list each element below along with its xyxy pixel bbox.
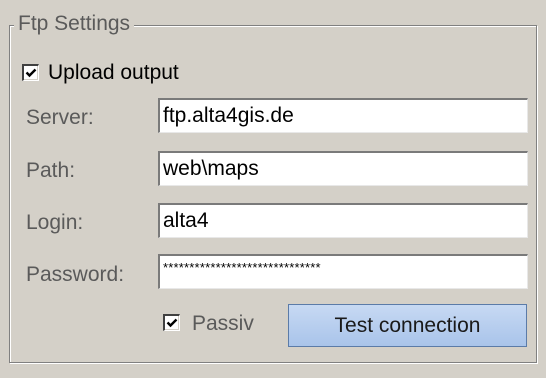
login-input[interactable]: alta4	[158, 203, 528, 238]
group-title: Ftp Settings	[14, 11, 135, 37]
password-label: Password:	[26, 263, 125, 286]
server-input[interactable]: ftp.alta4gis.de	[158, 98, 528, 133]
path-input[interactable]: web\maps	[158, 151, 528, 186]
password-input[interactable]: ******************************	[158, 254, 528, 289]
passiv-checkbox[interactable]	[163, 314, 180, 331]
upload-output-label[interactable]: Upload output	[48, 60, 179, 86]
checkmark-icon	[25, 68, 37, 78]
login-label: Login:	[26, 211, 84, 234]
upload-output-checkbox[interactable]	[22, 64, 39, 81]
path-label: Path:	[26, 159, 76, 182]
passiv-label[interactable]: Passiv	[192, 311, 254, 337]
server-label: Server:	[26, 106, 94, 129]
test-connection-button[interactable]: Test connection	[288, 304, 527, 347]
checkmark-icon	[166, 318, 178, 328]
